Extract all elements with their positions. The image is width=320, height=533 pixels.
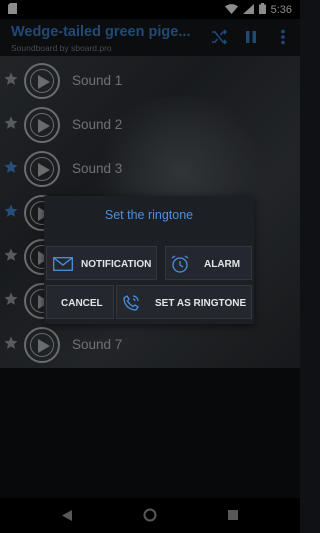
alarm-button[interactable]: ALARM (165, 246, 252, 280)
set-as-ringtone-label: SET AS RINGTONE (155, 298, 247, 309)
phone-ringing-icon (123, 295, 139, 311)
cancel-button[interactable]: CANCEL (46, 285, 114, 319)
cancel-label: CANCEL (61, 298, 103, 309)
envelope-icon (53, 257, 73, 271)
dialog-title: Set the ringtone (104, 208, 194, 222)
notification-label: NOTIFICATION (81, 259, 152, 270)
alarm-clock-icon (171, 255, 189, 273)
ringtone-dialog: Set the ringtone NOTIFICATION ALARM CANC… (44, 196, 254, 324)
notification-button[interactable]: NOTIFICATION (46, 246, 157, 280)
alarm-label: ALARM (204, 259, 241, 270)
set-as-ringtone-button[interactable]: SET AS RINGTONE (116, 285, 252, 319)
